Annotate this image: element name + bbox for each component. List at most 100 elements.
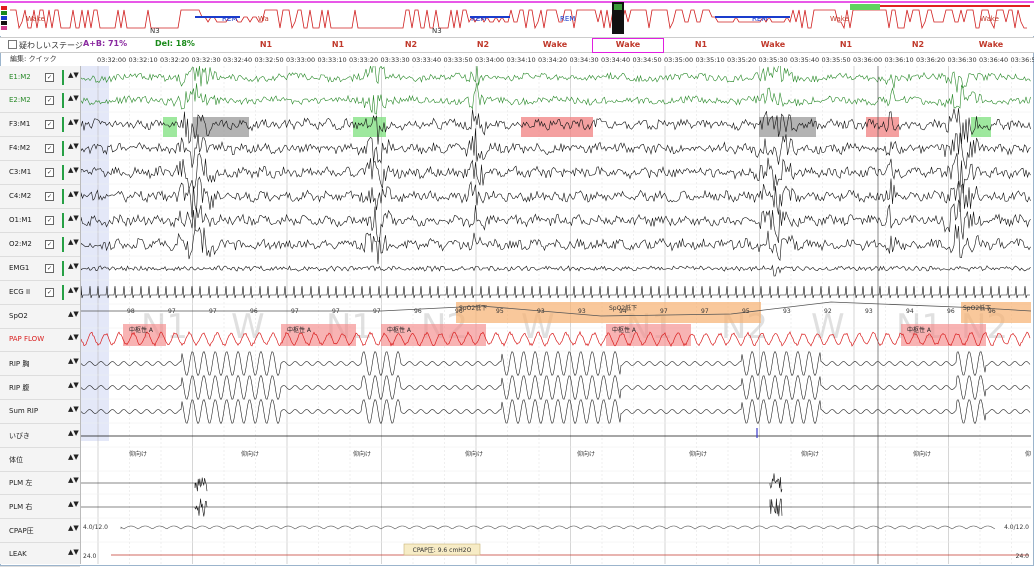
epoch-stage-label[interactable]: N2 bbox=[463, 40, 503, 49]
epoch-stage-label[interactable]: N1 bbox=[681, 40, 721, 49]
questionable-stage-checkbox[interactable] bbox=[8, 40, 17, 49]
channel-row[interactable]: RIP 腹▲▼ bbox=[0, 376, 80, 400]
channel-visible-checkbox[interactable]: ✓ bbox=[45, 144, 54, 153]
position-label: 仰向け bbox=[577, 450, 595, 458]
channel-row[interactable]: ECG II✓▲▼ bbox=[0, 281, 80, 305]
hypnogram-label: Wa bbox=[258, 15, 269, 23]
cpap-scale-left: 4.0/12.0 bbox=[83, 524, 108, 531]
channel-row[interactable]: LEAK▲▼ bbox=[0, 543, 80, 567]
channel-visible-checkbox[interactable]: ✓ bbox=[45, 96, 54, 105]
channel-row[interactable]: F3:M1✓▲▼ bbox=[0, 113, 80, 137]
time-tick-label: 03:35:20 bbox=[727, 56, 756, 64]
channel-row[interactable]: E1:M2✓▲▼ bbox=[0, 66, 80, 90]
time-tick-label: 03:32:20 bbox=[160, 56, 189, 64]
channel-row[interactable]: PLM 右▲▼ bbox=[0, 495, 80, 519]
channel-scale-arrows-icon[interactable]: ▲▼ bbox=[68, 548, 79, 556]
channel-row[interactable]: C3:M1 ✓ ▲▼ bbox=[0, 161, 80, 185]
channel-row[interactable]: SpO2▲▼ bbox=[0, 305, 80, 329]
time-tick-label: 03:34:20 bbox=[538, 56, 567, 64]
channel-row[interactable]: 体位▲▼ bbox=[0, 448, 80, 472]
channel-row[interactable]: EMG1✓▲▼ bbox=[0, 257, 80, 281]
channel-scale-bar bbox=[62, 70, 64, 85]
channel-row[interactable]: C4:M2✓▲▼ bbox=[0, 185, 80, 209]
epoch-stage-label[interactable]: N1 bbox=[826, 40, 866, 49]
channel-scale-arrows-icon[interactable]: ▲▼ bbox=[68, 500, 79, 508]
ab-score: A+B: 71% bbox=[83, 39, 127, 48]
signal-plot-area[interactable]: N1WN1N2WN1N2WN1N298979796979797969695939… bbox=[81, 66, 1031, 564]
channel-row[interactable]: O2:M2 ✓ ▲▼ bbox=[0, 233, 80, 257]
channel-scale-arrows-icon[interactable]: ▲▼ bbox=[68, 405, 79, 413]
channel-scale-arrows-icon[interactable]: ▲▼ bbox=[68, 453, 79, 461]
epoch-stage-label[interactable]: Wake bbox=[535, 40, 575, 49]
channel-scale-arrows-icon[interactable]: ▲▼ bbox=[68, 94, 79, 102]
time-tick-label: 03:33:40 bbox=[412, 56, 441, 64]
channel-row[interactable]: いびき▲▼ bbox=[0, 424, 80, 448]
epoch-stage-label[interactable]: N1 bbox=[318, 40, 358, 49]
channel-name: O2:M2 bbox=[9, 240, 32, 248]
hypnogram-label: Wake bbox=[26, 15, 45, 23]
channel-row[interactable]: CPAP圧▲▼ bbox=[0, 519, 80, 543]
epoch-stage-label[interactable]: Wake bbox=[753, 40, 793, 49]
channel-name: PAP FLOW bbox=[9, 335, 44, 343]
time-tick-label: 03:36:40 bbox=[979, 56, 1008, 64]
channel-scale-arrows-icon[interactable]: ▲▼ bbox=[68, 286, 79, 294]
time-axis: 編集: クイック 03:32:0003:32:1003:32:2003:32:3… bbox=[0, 52, 1034, 66]
spo2-value: 93 bbox=[578, 308, 586, 315]
time-tick-label: 03:36:10 bbox=[885, 56, 914, 64]
hypnogram-overview[interactable]: WakeN3REMWaN3REMREMREMWakeWake bbox=[0, 0, 1034, 36]
arousal-event-box[interactable] bbox=[866, 117, 899, 137]
channel-scale-bar bbox=[62, 285, 64, 300]
spo2-value: 98 bbox=[127, 308, 135, 315]
channel-name: E2:M2 bbox=[9, 96, 31, 104]
spo2-value: 97 bbox=[332, 308, 340, 315]
spo2-value: 93 bbox=[865, 308, 873, 315]
spo2-value: 94 bbox=[906, 308, 914, 315]
channel-scale-arrows-icon[interactable]: ▲▼ bbox=[68, 310, 79, 318]
channel-name: C3:M1 bbox=[9, 168, 31, 176]
channel-scale-arrows-icon[interactable]: ▲▼ bbox=[68, 166, 79, 174]
channel-scale-arrows-icon[interactable]: ▲▼ bbox=[68, 118, 79, 126]
channel-scale-arrows-icon[interactable]: ▲▼ bbox=[68, 357, 79, 365]
epoch-stage-label[interactable]: Wake bbox=[608, 40, 648, 49]
channel-row[interactable]: RIP 胸▲▼ bbox=[0, 352, 80, 376]
channel-visible-checkbox[interactable]: ✓ bbox=[45, 168, 54, 177]
channel-scale-arrows-icon[interactable]: ▲▼ bbox=[68, 214, 79, 222]
channel-scale-arrows-icon[interactable]: ▲▼ bbox=[68, 524, 79, 532]
epoch-stage-label[interactable]: N2 bbox=[391, 40, 431, 49]
stage-bar: 疑わしいステージ A+B: 71% Del: 18% N1N1N2N2WakeW… bbox=[0, 37, 1034, 53]
epoch-stage-label[interactable]: N1 bbox=[246, 40, 286, 49]
channel-row[interactable]: E2:M2 ✓ ▲▼ bbox=[0, 89, 80, 113]
desaturation-label: SpO2低下 bbox=[963, 304, 991, 312]
arousal-event-box[interactable] bbox=[353, 117, 386, 137]
spo2-value: 97 bbox=[701, 308, 709, 315]
channel-scale-arrows-icon[interactable]: ▲▼ bbox=[68, 190, 79, 198]
channel-visible-checkbox[interactable]: ✓ bbox=[45, 264, 54, 273]
epoch-stage-label[interactable]: N2 bbox=[898, 40, 938, 49]
channel-scale-arrows-icon[interactable]: ▲▼ bbox=[68, 142, 79, 150]
channel-scale-arrows-icon[interactable]: ▲▼ bbox=[68, 71, 79, 79]
channel-scale-bar bbox=[62, 141, 64, 156]
cpap-scale-right: 4.0/12.0 bbox=[1004, 524, 1029, 531]
channel-scale-arrows-icon[interactable]: ▲▼ bbox=[68, 238, 79, 246]
channel-visible-checkbox[interactable]: ✓ bbox=[45, 216, 54, 225]
channel-scale-arrows-icon[interactable]: ▲▼ bbox=[68, 381, 79, 389]
channel-visible-checkbox[interactable]: ✓ bbox=[45, 240, 54, 249]
questionable-stage-label: 疑わしいステージ bbox=[19, 40, 83, 51]
time-tick-label: 03:36:30 bbox=[948, 56, 977, 64]
channel-row[interactable]: PAP FLOW ▲▼ bbox=[0, 328, 80, 352]
channel-visible-checkbox[interactable]: ✓ bbox=[45, 192, 54, 201]
channel-row[interactable]: F4:M2✓▲▼ bbox=[0, 137, 80, 161]
channel-visible-checkbox[interactable]: ✓ bbox=[45, 120, 54, 129]
channel-scale-arrows-icon[interactable]: ▲▼ bbox=[68, 476, 79, 484]
channel-scale-arrows-icon[interactable]: ▲▼ bbox=[68, 333, 79, 341]
channel-scale-arrows-icon[interactable]: ▲▼ bbox=[68, 429, 79, 437]
channel-visible-checkbox[interactable]: ✓ bbox=[45, 288, 54, 297]
epoch-stage-label[interactable]: Wake bbox=[971, 40, 1011, 49]
channel-row[interactable]: PLM 左▲▼ bbox=[0, 471, 80, 495]
channel-row[interactable]: O1:M1✓▲▼ bbox=[0, 209, 80, 233]
channel-scale-arrows-icon[interactable]: ▲▼ bbox=[68, 262, 79, 270]
apnea-label: 中枢性 A bbox=[907, 326, 932, 334]
channel-visible-checkbox[interactable]: ✓ bbox=[45, 73, 54, 82]
time-tick-label: 03:34:10 bbox=[507, 56, 536, 64]
channel-row[interactable]: Sum RIP▲▼ bbox=[0, 400, 80, 424]
